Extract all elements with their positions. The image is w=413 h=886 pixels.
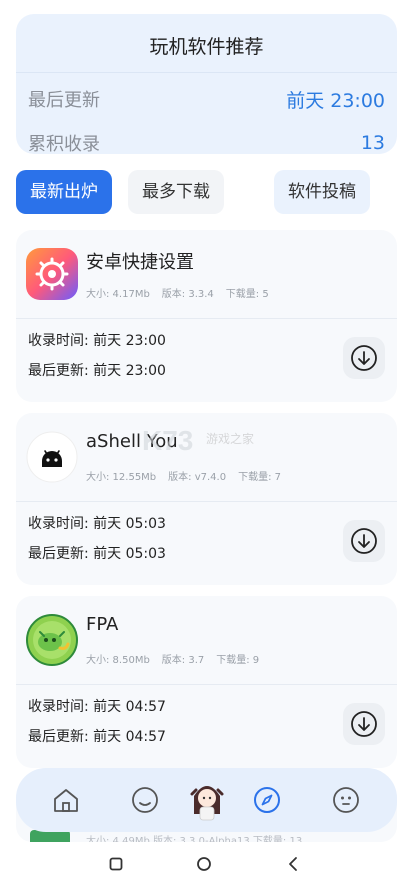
dragon-icon [26, 614, 78, 666]
download-button[interactable] [343, 703, 385, 745]
ghost-icon[interactable] [330, 784, 362, 816]
last-update-row: 最后更新 前天 23:00 [28, 84, 385, 114]
app-size: 大小: 4.17Mb [86, 289, 150, 300]
compass-icon[interactable] [251, 784, 283, 816]
app-size: 大小: 12.55Mb [86, 472, 157, 483]
home-button-icon[interactable] [195, 855, 213, 873]
download-icon [351, 345, 377, 371]
app-name: FPA [86, 614, 119, 635]
tab-newest[interactable]: 最新出炉 [16, 170, 112, 214]
back-icon[interactable] [284, 855, 302, 873]
total-row: 累积收录 13 [28, 128, 385, 158]
app-meta: 大小: 8.50Mb 版本: 3.7 下载量: 9 [86, 651, 259, 666]
bottom-tab-bar [16, 768, 397, 832]
updated-time: 最后更新: 前天 23:00 [28, 363, 166, 379]
app-name: 安卓快捷设置 [86, 252, 194, 273]
download-button[interactable] [343, 337, 385, 379]
watermark: K73 游戏之家 [140, 420, 270, 460]
gear-icon [26, 248, 78, 300]
divider [16, 684, 397, 685]
collected-time: 收录时间: 前天 05:03 [28, 516, 166, 532]
system-nav-bar [0, 842, 413, 886]
app-size: 大小: 8.50Mb [86, 655, 150, 666]
summary-card: 玩机软件推荐 最后更新 前天 23:00 累积收录 13 [16, 14, 397, 155]
recent-apps-icon[interactable] [107, 855, 125, 873]
app-downloads: 下载量: 5 [225, 289, 269, 300]
app-version: 版本: 3.7 [161, 655, 205, 666]
total-label: 累积收录 [28, 134, 100, 155]
download-icon [351, 528, 377, 554]
home-icon[interactable] [50, 784, 82, 816]
smile-icon[interactable] [129, 784, 161, 816]
collected-time: 收录时间: 前天 04:57 [28, 699, 166, 715]
total-value: 13 [360, 132, 385, 154]
last-update-label: 最后更新 [28, 90, 100, 111]
app-card[interactable]: 安卓快捷设置 大小: 4.17Mb 版本: 3.3.4 下载量: 5 收录时间:… [16, 230, 397, 402]
download-icon [351, 711, 377, 737]
last-update-value: 前天 23:00 [286, 89, 385, 112]
divider [16, 72, 397, 73]
app-meta: 大小: 12.55Mb 版本: v7.4.0 下载量: 7 [86, 468, 281, 483]
divider [16, 501, 397, 502]
app-version: 版本: 3.3.4 [161, 289, 214, 300]
app-card[interactable]: FPA 大小: 8.50Mb 版本: 3.7 下载量: 9 收录时间: 前天 0… [16, 596, 397, 768]
android-icon [26, 431, 78, 483]
app-meta: 大小: 4.17Mb 版本: 3.3.4 下载量: 5 [86, 285, 269, 300]
updated-time: 最后更新: 前天 04:57 [28, 729, 166, 745]
tab-submit-software[interactable]: 软件投稿 [274, 170, 370, 214]
download-button[interactable] [343, 520, 385, 562]
svg-text:K73: K73 [142, 425, 193, 456]
avatar[interactable] [188, 778, 226, 822]
tab-most-downloaded[interactable]: 最多下载 [128, 170, 224, 214]
collected-time: 收录时间: 前天 23:00 [28, 333, 166, 349]
watermark-text: 游戏之家 [206, 432, 255, 446]
section-title: 玩机软件推荐 [149, 36, 264, 58]
app-downloads: 下载量: 9 [216, 655, 260, 666]
updated-time: 最后更新: 前天 05:03 [28, 546, 166, 562]
app-downloads: 下载量: 7 [238, 472, 281, 483]
app-version: 版本: v7.4.0 [168, 472, 227, 483]
divider [16, 318, 397, 319]
